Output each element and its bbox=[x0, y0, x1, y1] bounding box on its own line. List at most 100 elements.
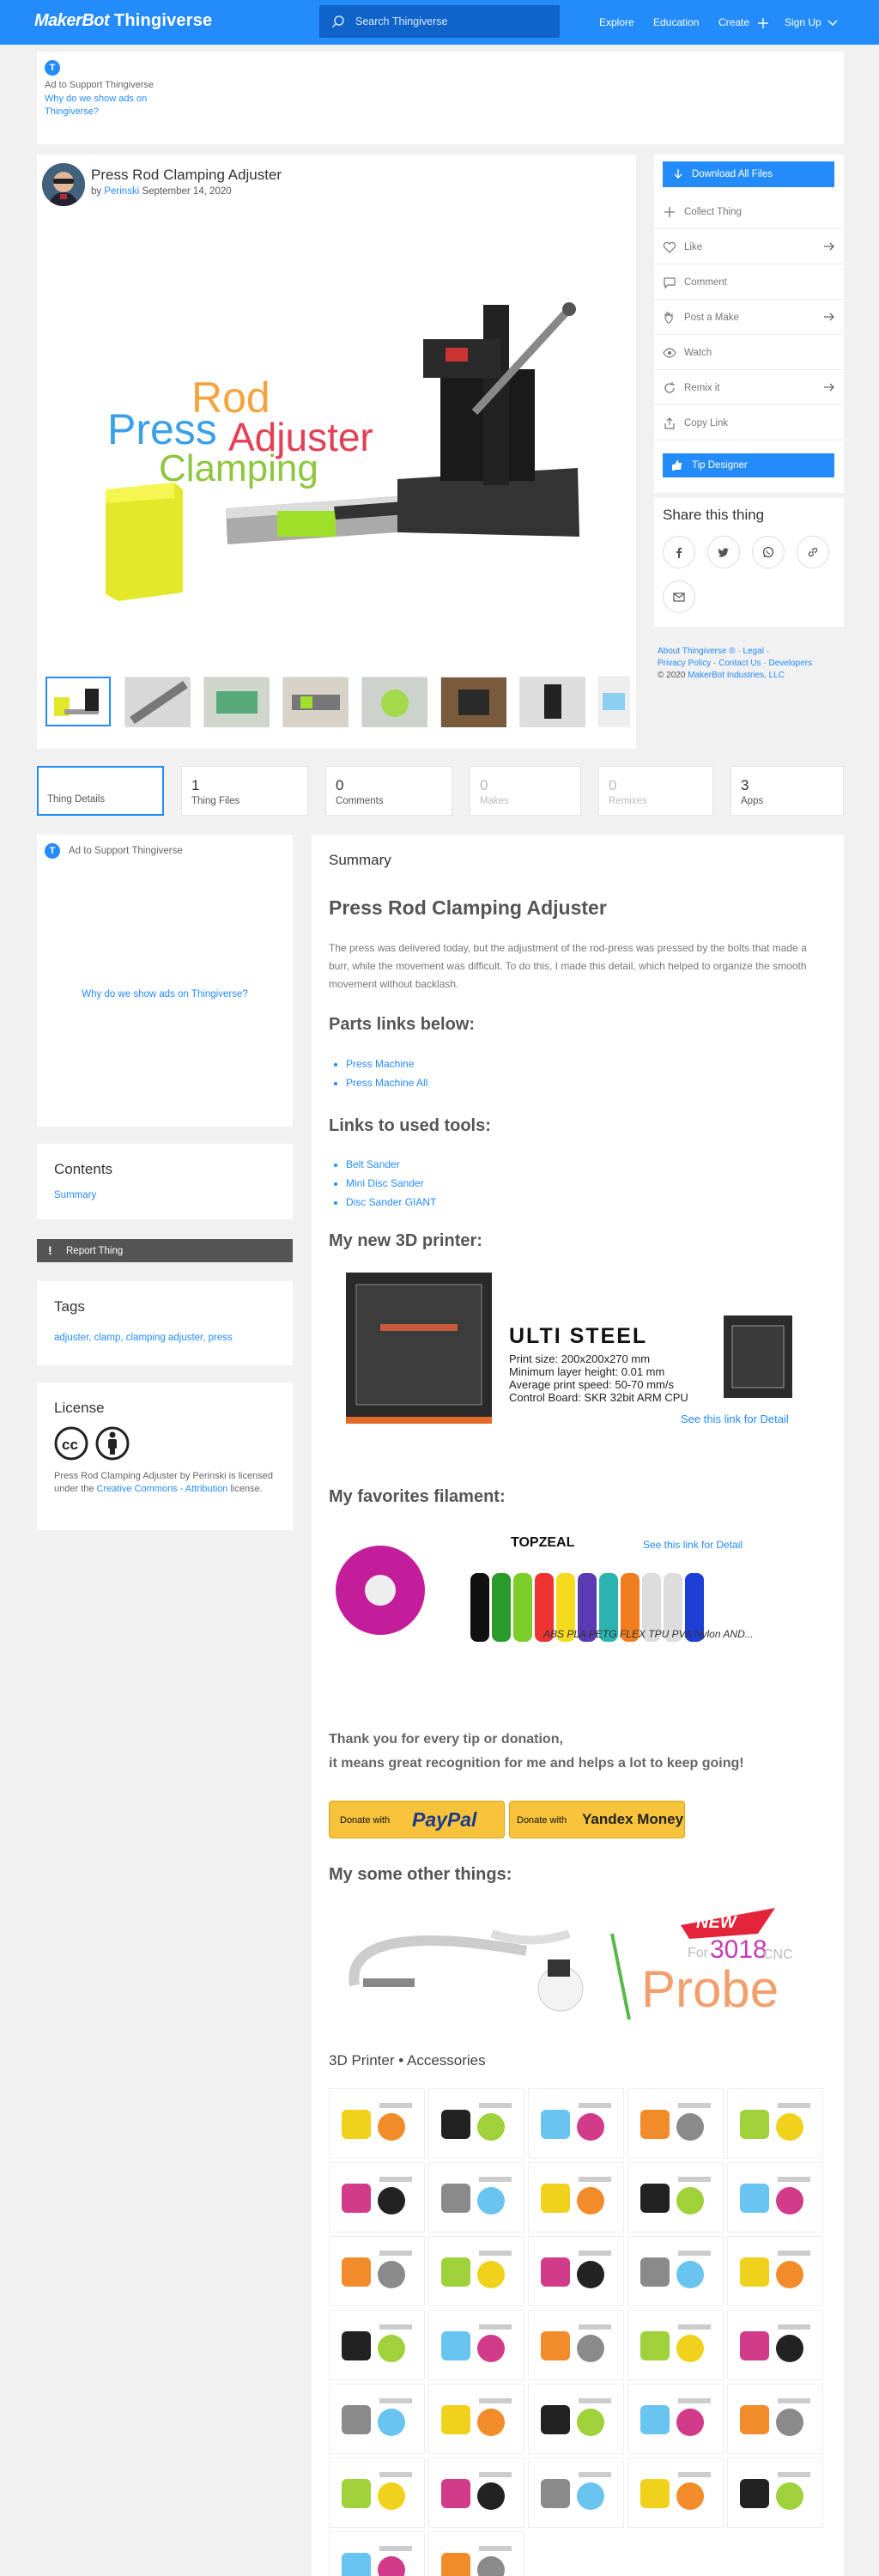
donate-yandex-button[interactable]: Donate with Yandex Money bbox=[509, 1801, 685, 1838]
accessory-thumbnail[interactable] bbox=[329, 2236, 425, 2306]
summary-panel: Summary Press Rod Clamping Adjuster The … bbox=[312, 835, 844, 2576]
about-link[interactable]: About Thingiverse ® bbox=[658, 647, 736, 656]
accessory-thumbnail[interactable] bbox=[528, 2310, 624, 2380]
accessory-thumbnail[interactable] bbox=[528, 2384, 624, 2454]
accessory-thumbnail[interactable] bbox=[627, 2384, 724, 2454]
license-link[interactable]: Creative Commons - Attribution bbox=[97, 1484, 228, 1494]
accessory-thumbnail[interactable] bbox=[528, 2088, 624, 2159]
accessory-thumbnail[interactable] bbox=[627, 2236, 724, 2306]
tool-link[interactable]: Disc Sander GIANT bbox=[346, 1193, 436, 1212]
tag-link[interactable]: press bbox=[209, 1333, 233, 1343]
thingiverse-logo[interactable]: MakerBot Thingiverse bbox=[34, 11, 212, 31]
whatsapp-share-button[interactable] bbox=[752, 536, 785, 568]
filament-detail-link[interactable]: See this link for Detail bbox=[643, 1539, 743, 1551]
post-a-make-button[interactable]: Post a Make bbox=[654, 300, 844, 335]
printer-detail-link[interactable]: See this link for Detail bbox=[681, 1413, 789, 1425]
thumbnail[interactable] bbox=[361, 677, 427, 727]
search-input[interactable]: Search Thingiverse bbox=[319, 5, 560, 38]
tool-link[interactable]: Belt Sander bbox=[346, 1155, 436, 1174]
author-link[interactable]: Perinski bbox=[104, 186, 139, 197]
report-thing-button[interactable]: ! Report Thing bbox=[37, 1239, 293, 1262]
comment-button[interactable]: Comment bbox=[654, 264, 844, 300]
nav-signup[interactable]: Sign Up bbox=[785, 16, 838, 28]
tab-comments[interactable]: 0 Comments bbox=[325, 766, 452, 816]
thumbnail[interactable] bbox=[519, 677, 585, 727]
accessory-thumbnail[interactable] bbox=[727, 2088, 823, 2159]
legal-link[interactable]: Legal bbox=[743, 647, 763, 656]
contents-summary-link[interactable]: Summary bbox=[54, 1190, 96, 1200]
accessory-thumbnail[interactable] bbox=[627, 2458, 724, 2528]
accessory-thumbnail[interactable] bbox=[329, 2162, 425, 2233]
license-text: Press Rod Clamping Adjuster by Perinski … bbox=[54, 1470, 277, 1496]
hero-image[interactable]: Rod Press Adjuster Clamping bbox=[37, 206, 636, 659]
accessory-thumbnail[interactable] bbox=[528, 2162, 624, 2233]
accessory-thumbnail[interactable] bbox=[627, 2310, 724, 2380]
accessory-thumbnail[interactable] bbox=[329, 2310, 425, 2380]
tab-thing-details[interactable]: Thing Details bbox=[37, 766, 164, 816]
remix-button[interactable]: Remix it bbox=[654, 370, 844, 405]
nav-create[interactable]: Create bbox=[718, 16, 769, 29]
accessory-thumbnail[interactable] bbox=[727, 2162, 823, 2233]
why-ads-link[interactable]: Why do we show ads on Thingiverse? bbox=[45, 93, 165, 118]
accessory-thumbnail[interactable] bbox=[627, 2162, 724, 2233]
accessory-thumbnail[interactable] bbox=[428, 2088, 524, 2159]
tab-apps[interactable]: 3 Apps bbox=[730, 766, 844, 816]
tab-makes[interactable]: 0 Makes bbox=[470, 766, 581, 816]
accessory-thumbnail[interactable] bbox=[428, 2384, 524, 2454]
tag-link[interactable]: adjuster bbox=[54, 1333, 88, 1343]
printer-ad-image[interactable]: ULTI STEEL Print size: 200x200x270 mm Mi… bbox=[329, 1264, 827, 1436]
thumbnail[interactable] bbox=[124, 677, 191, 727]
accessory-thumbnail[interactable] bbox=[727, 2236, 823, 2306]
part-link[interactable]: Press Machine All bbox=[346, 1073, 427, 1092]
license-box: License cc Press Rod Clamping Adjuster b… bbox=[37, 1382, 293, 1530]
accessory-thumbnail[interactable] bbox=[428, 2458, 524, 2528]
thumbnail[interactable] bbox=[45, 677, 111, 726]
accessory-thumbnail[interactable] bbox=[428, 2310, 524, 2380]
twitter-share-button[interactable] bbox=[707, 536, 740, 568]
copy-link-share-button[interactable] bbox=[797, 536, 829, 568]
accessory-thumbnail[interactable] bbox=[627, 2088, 724, 2159]
accessory-thumbnail[interactable] bbox=[329, 2088, 425, 2159]
nav-explore[interactable]: Explore bbox=[599, 16, 634, 28]
donate-paypal-button[interactable]: Donate with PayPal bbox=[329, 1801, 505, 1838]
developers-link[interactable]: Developers bbox=[769, 659, 813, 668]
accessory-thumbnail[interactable] bbox=[329, 2458, 425, 2528]
email-share-button[interactable] bbox=[663, 580, 695, 613]
tip-designer-button[interactable]: Tip Designer bbox=[663, 453, 834, 477]
tool-link[interactable]: Mini Disc Sander bbox=[346, 1174, 436, 1193]
accessory-thumbnail[interactable] bbox=[727, 2384, 823, 2454]
tab-remixes[interactable]: 0 Remixes bbox=[598, 766, 713, 816]
accessory-thumbnail[interactable] bbox=[727, 2310, 823, 2380]
accessory-thumbnail[interactable] bbox=[428, 2162, 524, 2233]
company-link[interactable]: MakerBot Industries, LLC bbox=[688, 671, 785, 680]
collect-thing-button[interactable]: Collect Thing bbox=[654, 194, 844, 229]
why-ads-link[interactable]: Why do we show ads on Thingiverse? bbox=[37, 989, 293, 999]
nav-education[interactable]: Education bbox=[653, 16, 699, 28]
privacy-link[interactable]: Privacy Policy bbox=[658, 659, 711, 668]
author-avatar[interactable] bbox=[42, 163, 85, 206]
thumbnail[interactable] bbox=[440, 677, 506, 727]
accessory-thumbnail[interactable] bbox=[329, 2384, 425, 2454]
accessory-thumbnail[interactable] bbox=[329, 2531, 425, 2576]
accessory-thumbnail[interactable] bbox=[528, 2236, 624, 2306]
tag-link[interactable]: clamp bbox=[94, 1333, 121, 1343]
accessory-thumbnail[interactable] bbox=[528, 2458, 624, 2528]
thumbnail[interactable] bbox=[598, 677, 630, 727]
copy-link-button[interactable]: Copy Link bbox=[654, 405, 844, 440]
accessory-thumbnail[interactable] bbox=[428, 2236, 524, 2306]
contact-link[interactable]: Contact Us bbox=[718, 659, 761, 668]
download-all-files-button[interactable]: Download All Files bbox=[663, 161, 834, 187]
accessory-thumbnail[interactable] bbox=[428, 2531, 524, 2576]
thumbnail[interactable] bbox=[203, 677, 270, 727]
filament-ad-image[interactable]: TOPZEAL See this link for Detail ABS PLA… bbox=[329, 1530, 827, 1650]
like-button[interactable]: Like bbox=[654, 229, 844, 264]
accessory-thumbnail[interactable] bbox=[727, 2458, 823, 2528]
tag-link[interactable]: clamping adjuster bbox=[126, 1333, 203, 1343]
facebook-share-button[interactable] bbox=[663, 536, 695, 568]
part-link[interactable]: Press Machine bbox=[346, 1054, 427, 1073]
probe-image[interactable]: NEW Probe For 3018 CNC bbox=[329, 1899, 827, 2028]
tab-thing-files[interactable]: 1 Thing Files bbox=[181, 766, 308, 816]
remix-icon bbox=[664, 382, 675, 393]
thumbnail[interactable] bbox=[282, 677, 349, 727]
watch-button[interactable]: Watch bbox=[654, 335, 844, 370]
